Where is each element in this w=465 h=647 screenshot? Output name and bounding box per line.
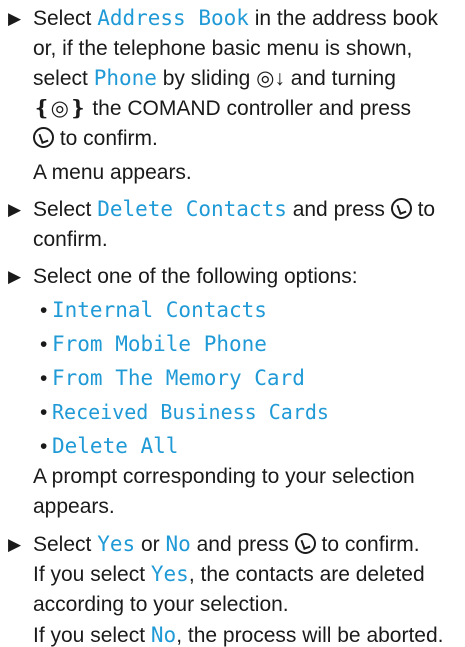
text: If you select — [33, 563, 151, 586]
step3-line1: ▶ Select one of the following options: — [0, 262, 465, 291]
step1-line4: ❴◎❵ the COMAND controller and press — [33, 97, 411, 120]
bullet-dot-icon: • — [40, 401, 48, 424]
option-item: • From Mobile Phone — [0, 330, 465, 359]
option-item: • Internal Contacts — [0, 296, 465, 325]
text: and press — [190, 533, 295, 556]
text: and press — [286, 198, 391, 221]
text: Select — [33, 533, 98, 556]
option-item: • Received Business Cards — [0, 398, 465, 427]
text: by sliding ◎↓ and turning — [156, 67, 396, 90]
step1-line3: select Phone by sliding ◎↓ and turning — [0, 64, 465, 93]
step-arrow-icon: ▶ — [8, 200, 22, 219]
ui-term-address-book: Address Book — [97, 6, 249, 30]
ui-term-delete-contacts: Delete Contacts — [97, 197, 287, 221]
text: Select one of the following options: — [33, 265, 358, 288]
step1-line2: or, if the telephone basic menu is shown… — [33, 37, 413, 60]
step2-line2: confirm. — [33, 228, 108, 251]
option-item: • Delete All — [0, 432, 465, 461]
step4-if-no: If you select No, the process will be ab… — [0, 624, 465, 647]
step-arrow-icon: ▶ — [8, 267, 22, 286]
ui-term-no: No — [165, 532, 191, 556]
text: If you select — [33, 624, 151, 647]
option-received-business-cards: Received Business Cards — [52, 400, 329, 424]
controller-press-icon — [33, 127, 54, 148]
option-from-memory-card: From The Memory Card — [52, 366, 305, 390]
bullet-dot-icon: • — [40, 299, 48, 322]
ui-term-phone: Phone — [93, 66, 157, 90]
step1-line5: to confirm. — [0, 124, 465, 153]
step-arrow-icon: ▶ — [8, 535, 22, 554]
bullet-dot-icon: • — [40, 333, 48, 356]
text: in the address book — [248, 7, 439, 30]
step4-line1: ▶ Select Yes or No and press to confirm. — [0, 530, 465, 559]
ui-term-yes: Yes — [150, 562, 189, 586]
ui-term-yes: Yes — [97, 532, 136, 556]
text: select — [33, 67, 94, 90]
text: or — [135, 533, 166, 556]
text: Select — [33, 198, 98, 221]
step4-if-yes-line2: according to your selection. — [33, 593, 289, 616]
text: to confirm. — [315, 533, 420, 556]
option-delete-all: Delete All — [52, 434, 179, 458]
ui-term-no: No — [150, 623, 177, 647]
step1-line1: ▶ Select Address Book in the address boo… — [0, 4, 465, 33]
text: , the contacts are deleted — [188, 563, 425, 586]
option-from-mobile-phone: From Mobile Phone — [52, 332, 267, 356]
option-item: • From The Memory Card — [0, 364, 465, 393]
controller-press-icon — [390, 198, 412, 219]
step4-if-yes: If you select Yes, the contacts are dele… — [0, 560, 465, 589]
controller-press-icon — [294, 533, 316, 554]
step-arrow-icon: ▶ — [8, 9, 22, 28]
text: , the process will be aborted. — [176, 624, 444, 647]
instruction-page: ▶ Select Address Book in the address boo… — [0, 0, 465, 647]
text: to confirm. — [54, 127, 158, 150]
bullet-dot-icon: • — [40, 367, 48, 390]
step2-line1: ▶ Select Delete Contacts and press to — [0, 195, 465, 224]
option-internal-contacts: Internal Contacts — [52, 298, 267, 322]
step3-result2: appears. — [33, 495, 115, 518]
text: to — [411, 198, 436, 221]
bullet-dot-icon: • — [40, 435, 48, 458]
step3-result1: A prompt corresponding to your selection — [33, 465, 415, 488]
step1-result: A menu appears. — [33, 161, 192, 184]
text: Select — [33, 7, 98, 30]
